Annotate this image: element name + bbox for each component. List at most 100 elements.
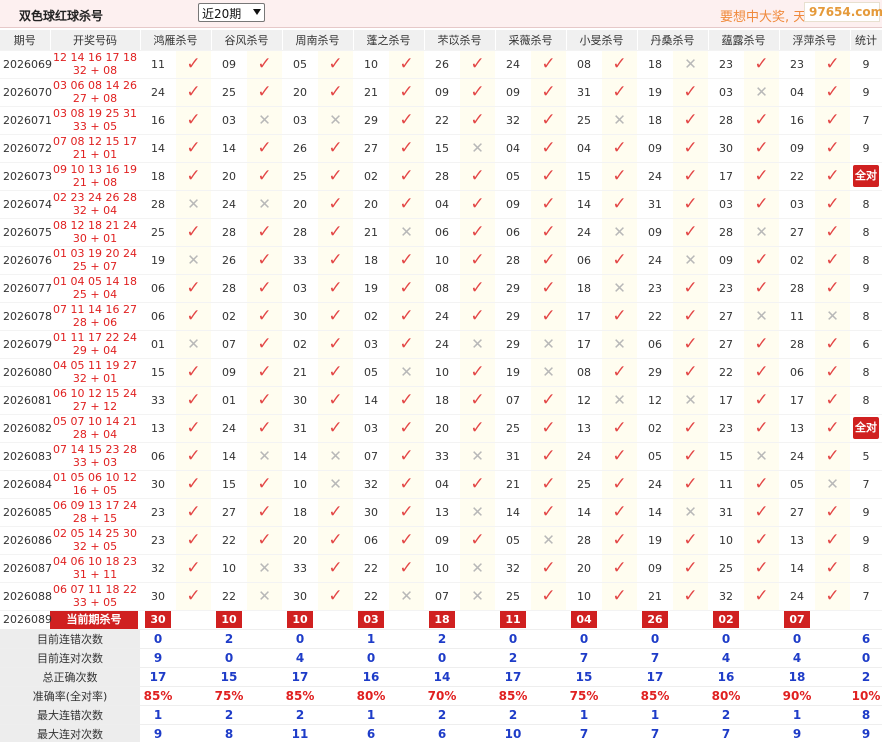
check-icon: ✓: [612, 361, 627, 382]
plus-sign: +: [86, 400, 104, 413]
plus-sign: +: [86, 120, 104, 133]
draw-cell: 07 14 15 23 28 33 + 03: [50, 442, 140, 471]
draw-cell: 05 07 10 14 21 28 + 04: [50, 414, 140, 443]
summary-blank-cell: [247, 648, 282, 668]
summary-value: 6: [424, 724, 460, 742]
hit-mark-cell: ✓: [176, 554, 211, 583]
hit-mark-cell: ✓: [531, 162, 566, 191]
check-icon: ✓: [612, 445, 627, 466]
pick-number: 09: [211, 358, 247, 387]
hit-mark-cell: ✕: [673, 386, 708, 415]
pick-number: 17: [566, 302, 602, 331]
hit-mark-cell: ✓: [318, 526, 353, 555]
pick-number: 14: [495, 498, 531, 527]
hit-mark-cell: ✓: [531, 442, 566, 471]
hit-mark-cell: ✓: [318, 554, 353, 583]
pick-number: 18: [637, 106, 673, 135]
hit-mark-cell: ✓: [602, 582, 637, 611]
check-icon: ✓: [825, 137, 840, 158]
pick-number: 04: [424, 470, 460, 499]
summary-label: 总正确次数: [0, 667, 140, 687]
draw-blue-number: 12: [103, 400, 118, 413]
pick-number: 30: [282, 386, 318, 415]
stat-cell: 7: [850, 470, 882, 499]
table-row: 2026088 06 07 11 18 22 33 + 05 30 ✓ 22 ✕ 30 ✓ 22 ✕…: [0, 582, 882, 611]
hit-mark-cell: ✕: [744, 302, 779, 331]
hit-mark-cell: ✓: [389, 386, 424, 415]
pick-number: 28: [211, 218, 247, 247]
pick-number: 28: [211, 274, 247, 303]
cross-icon: ✕: [613, 390, 626, 409]
pick-number: 07: [211, 330, 247, 359]
hit-mark-cell: ✓: [602, 302, 637, 331]
pick-number: 14: [566, 498, 602, 527]
issue-cell: 2026074: [0, 190, 52, 219]
hit-mark-cell: ✓: [744, 50, 779, 79]
check-icon: ✓: [328, 53, 343, 74]
check-icon: ✓: [541, 557, 556, 578]
draw-red-line: 03 06 08 14 26: [53, 79, 137, 92]
pick-number: 28: [708, 218, 744, 247]
pick-number: 05: [353, 358, 389, 387]
hit-mark-cell: ✓: [815, 78, 850, 107]
hit-mark-cell: ✓: [176, 386, 211, 415]
pick-number: 32: [353, 470, 389, 499]
summary-value: 2: [495, 648, 531, 668]
summary-blank-cell: [602, 686, 637, 706]
draw-red-numbers: 01 04 05 14 18: [50, 275, 140, 288]
check-icon: ✓: [612, 529, 627, 550]
pick-number: 25: [140, 218, 176, 247]
pick-number: 26: [424, 50, 460, 79]
hit-mark-cell: ✕: [673, 50, 708, 79]
stat-cell: 全对: [850, 414, 882, 443]
issue-cell: 2026085: [0, 498, 52, 527]
pick-number: 12: [566, 386, 602, 415]
summary-blank-cell: [389, 629, 424, 649]
hit-mark-cell: ✓: [744, 526, 779, 555]
check-icon: ✓: [754, 361, 769, 382]
check-icon: ✓: [399, 389, 414, 410]
hit-mark-cell: ✓: [815, 414, 850, 443]
stat-cell: 全对: [850, 162, 882, 191]
pick-number: 06: [566, 246, 602, 275]
pick-number: 18: [424, 386, 460, 415]
pick-number: 19: [495, 358, 531, 387]
draw-red-numbers: 05 07 10 14 21: [50, 415, 140, 428]
draw-second-line: 29 + 04: [50, 344, 140, 357]
period-select[interactable]: 近20期: [198, 3, 265, 22]
check-icon: ✓: [257, 417, 272, 438]
check-icon: ✓: [399, 277, 414, 298]
summary-value: 1: [353, 705, 389, 725]
check-icon: ✓: [541, 109, 556, 130]
draw-red-last: 21: [72, 176, 87, 189]
hit-mark-cell: ✓: [744, 582, 779, 611]
summary-blank-cell: [460, 686, 495, 706]
current-blank-cell: [460, 610, 495, 630]
hit-mark-cell: ✓: [318, 582, 353, 611]
hit-mark-cell: ✓: [531, 190, 566, 219]
hit-mark-cell: ✓: [176, 526, 211, 555]
summary-value: 85%: [637, 686, 673, 706]
summary-blank-cell: [247, 667, 282, 687]
draw-red-last: 32: [72, 64, 87, 77]
draw-cell: 07 11 14 16 27 28 + 06: [50, 302, 140, 331]
cross-icon: ✕: [400, 222, 413, 241]
hit-mark-cell: ✕: [247, 582, 282, 611]
plus-sign: +: [86, 596, 104, 609]
summary-value: 0: [495, 629, 531, 649]
check-icon: ✓: [186, 305, 201, 326]
summary-value: 4: [708, 648, 744, 668]
draw-blue-number: 07: [103, 260, 118, 273]
draw-red-numbers: 06 09 13 17 24: [50, 499, 140, 512]
pick-number: 18: [353, 246, 389, 275]
check-icon: ✓: [683, 445, 698, 466]
check-icon: ✓: [612, 473, 627, 494]
hit-mark-cell: ✕: [602, 218, 637, 247]
hit-mark-cell: ✓: [318, 134, 353, 163]
plus-sign: +: [86, 92, 104, 105]
summary-blank-cell: [602, 724, 637, 742]
summary-value: 9: [140, 724, 176, 742]
draw-cell: 06 07 11 18 22 33 + 05: [50, 582, 140, 611]
hit-mark-cell: ✓: [318, 218, 353, 247]
draw-red-last: 28: [72, 512, 87, 525]
